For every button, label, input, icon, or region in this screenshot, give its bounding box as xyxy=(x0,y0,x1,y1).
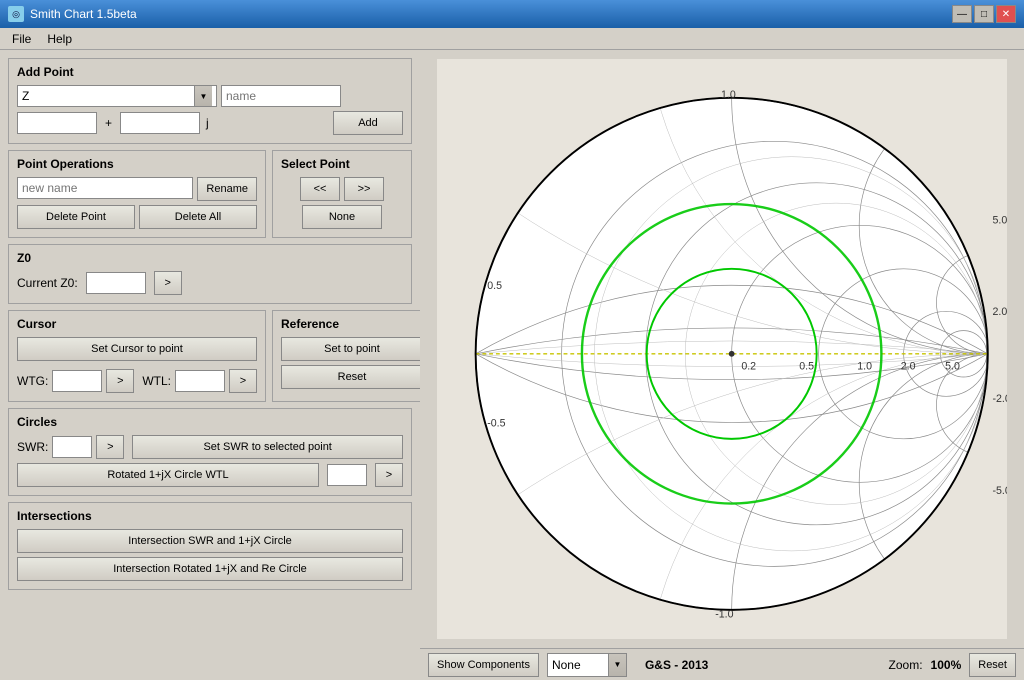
left-panel: Add Point Z ▼ 0.0 + 0.0 j Add Point Oper… xyxy=(0,50,420,680)
wtg-set-button[interactable]: > xyxy=(106,369,134,393)
select-point-title: Select Point xyxy=(281,157,403,171)
intersection-rotated-button[interactable]: Intersection Rotated 1+jX and Re Circle xyxy=(17,557,403,581)
svg-text:2.0: 2.0 xyxy=(993,306,1007,318)
set-to-point-button[interactable]: Set to point xyxy=(281,337,420,361)
rename-button[interactable]: Rename xyxy=(197,177,257,201)
rot-input[interactable]: 0 xyxy=(327,464,367,486)
swr-input[interactable]: 2 xyxy=(52,436,92,458)
smith-chart: 0.2 0.5 1.0 2.0 5.0 1.0 2.0 5.0 -2.0 -5.… xyxy=(437,59,1007,639)
rot-set-button[interactable]: > xyxy=(375,463,403,487)
add-point-section: Add Point Z ▼ 0.0 + 0.0 j Add xyxy=(8,58,412,144)
select-point-section: Select Point << >> None xyxy=(272,150,412,238)
wtg-label: WTG: xyxy=(17,374,48,388)
wtl-set-button[interactable]: > xyxy=(229,369,257,393)
copyright: G&S - 2013 xyxy=(645,658,708,672)
chart-area: 0.2 0.5 1.0 2.0 5.0 1.0 2.0 5.0 -2.0 -5.… xyxy=(420,50,1024,648)
title-bar: ◎ Smith Chart 1.5beta — □ ✕ xyxy=(0,0,1024,28)
rotated-circle-button[interactable]: Rotated 1+jX Circle WTL xyxy=(17,463,319,487)
circles-title: Circles xyxy=(17,415,403,429)
intersections-section: Intersections Intersection SWR and 1+jX … xyxy=(8,502,412,590)
zoom-value: 100% xyxy=(931,658,962,672)
window-controls: — □ ✕ xyxy=(952,5,1016,23)
add-button[interactable]: Add xyxy=(333,111,403,135)
plus-sign: + xyxy=(105,116,112,130)
window-title: Smith Chart 1.5beta xyxy=(30,7,137,21)
menu-help[interactable]: Help xyxy=(39,30,80,48)
show-components-button[interactable]: Show Components xyxy=(428,653,539,677)
delete-all-button[interactable]: Delete All xyxy=(139,205,257,229)
svg-text:0.5: 0.5 xyxy=(799,360,814,372)
current-z0-label: Current Z0: xyxy=(17,276,78,290)
svg-text:5.0: 5.0 xyxy=(945,360,960,372)
cursor-title: Cursor xyxy=(17,317,257,331)
menu-file[interactable]: File xyxy=(4,30,39,48)
add-point-title: Add Point xyxy=(17,65,403,79)
bottom-bar: Show Components None ▼ G&S - 2013 Zoom: … xyxy=(420,648,1024,680)
intersection-swr-button[interactable]: Intersection SWR and 1+jX Circle xyxy=(17,529,403,553)
main-container: Add Point Z ▼ 0.0 + 0.0 j Add Point Oper… xyxy=(0,50,1024,680)
none-point-button[interactable]: None xyxy=(302,205,382,229)
point-ops-row: Point Operations Rename Delete Point Del… xyxy=(8,150,412,238)
wtl-label: WTL: xyxy=(142,374,171,388)
none-dropdown-arrow: ▼ xyxy=(608,654,626,676)
menu-bar: File Help xyxy=(0,28,1024,50)
reset-zoom-button[interactable]: Reset xyxy=(969,653,1016,677)
point-operations-title: Point Operations xyxy=(17,157,257,171)
svg-text:2.0: 2.0 xyxy=(901,360,916,372)
reference-section: Reference Set to point Reset xyxy=(272,310,420,402)
swr-label: SWR: xyxy=(17,440,48,454)
svg-text:5.0: 5.0 xyxy=(993,214,1007,226)
svg-text:1.0: 1.0 xyxy=(857,360,872,372)
app-icon: ◎ xyxy=(8,6,24,22)
z-dropdown-arrow: ▼ xyxy=(194,86,212,106)
none-dropdown-value: None xyxy=(548,658,608,672)
z0-set-button[interactable]: > xyxy=(154,271,182,295)
set-swr-button[interactable]: Set SWR to selected point xyxy=(132,435,403,459)
wtg-input[interactable]: 0.25 xyxy=(52,370,102,392)
wtl-input[interactable]: 0.25 xyxy=(175,370,225,392)
zoom-label: Zoom: xyxy=(889,658,923,672)
cursor-reference-row: Cursor Set Cursor to point WTG: 0.25 > W… xyxy=(8,310,412,402)
svg-text:-5.0: -5.0 xyxy=(993,485,1007,497)
z0-input[interactable]: 50 xyxy=(86,272,146,294)
svg-text:-1.0: -1.0 xyxy=(715,609,733,621)
name-input[interactable] xyxy=(221,85,341,107)
reference-title: Reference xyxy=(281,317,420,331)
new-name-input[interactable] xyxy=(17,177,193,199)
reset-reference-button[interactable]: Reset xyxy=(281,365,420,389)
right-panel: 0.2 0.5 1.0 2.0 5.0 1.0 2.0 5.0 -2.0 -5.… xyxy=(420,50,1024,680)
next-point-button[interactable]: >> xyxy=(344,177,384,201)
imag-value-input[interactable]: 0.0 xyxy=(120,112,200,134)
svg-text:0.5: 0.5 xyxy=(487,280,502,292)
minimize-button[interactable]: — xyxy=(952,5,972,23)
z0-section: Z0 Current Z0: 50 > xyxy=(8,244,412,304)
svg-text:-0.5: -0.5 xyxy=(487,417,505,429)
z-dropdown[interactable]: Z ▼ xyxy=(17,85,217,107)
circles-section: Circles SWR: 2 > Set SWR to selected poi… xyxy=(8,408,412,496)
svg-text:-2.0: -2.0 xyxy=(993,393,1007,405)
real-value-input[interactable]: 0.0 xyxy=(17,112,97,134)
svg-text:1.0: 1.0 xyxy=(721,89,736,101)
delete-point-button[interactable]: Delete Point xyxy=(17,205,135,229)
j-sign: j xyxy=(206,116,209,130)
set-cursor-button[interactable]: Set Cursor to point xyxy=(17,337,257,361)
close-button[interactable]: ✕ xyxy=(996,5,1016,23)
svg-text:0.2: 0.2 xyxy=(741,360,756,372)
point-operations-section: Point Operations Rename Delete Point Del… xyxy=(8,150,266,238)
z0-title: Z0 xyxy=(17,251,403,265)
none-dropdown[interactable]: None ▼ xyxy=(547,653,627,677)
cursor-section: Cursor Set Cursor to point WTG: 0.25 > W… xyxy=(8,310,266,402)
z-dropdown-value: Z xyxy=(22,89,29,103)
prev-point-button[interactable]: << xyxy=(300,177,340,201)
swr-set-button[interactable]: > xyxy=(96,435,124,459)
maximize-button[interactable]: □ xyxy=(974,5,994,23)
intersections-title: Intersections xyxy=(17,509,403,523)
